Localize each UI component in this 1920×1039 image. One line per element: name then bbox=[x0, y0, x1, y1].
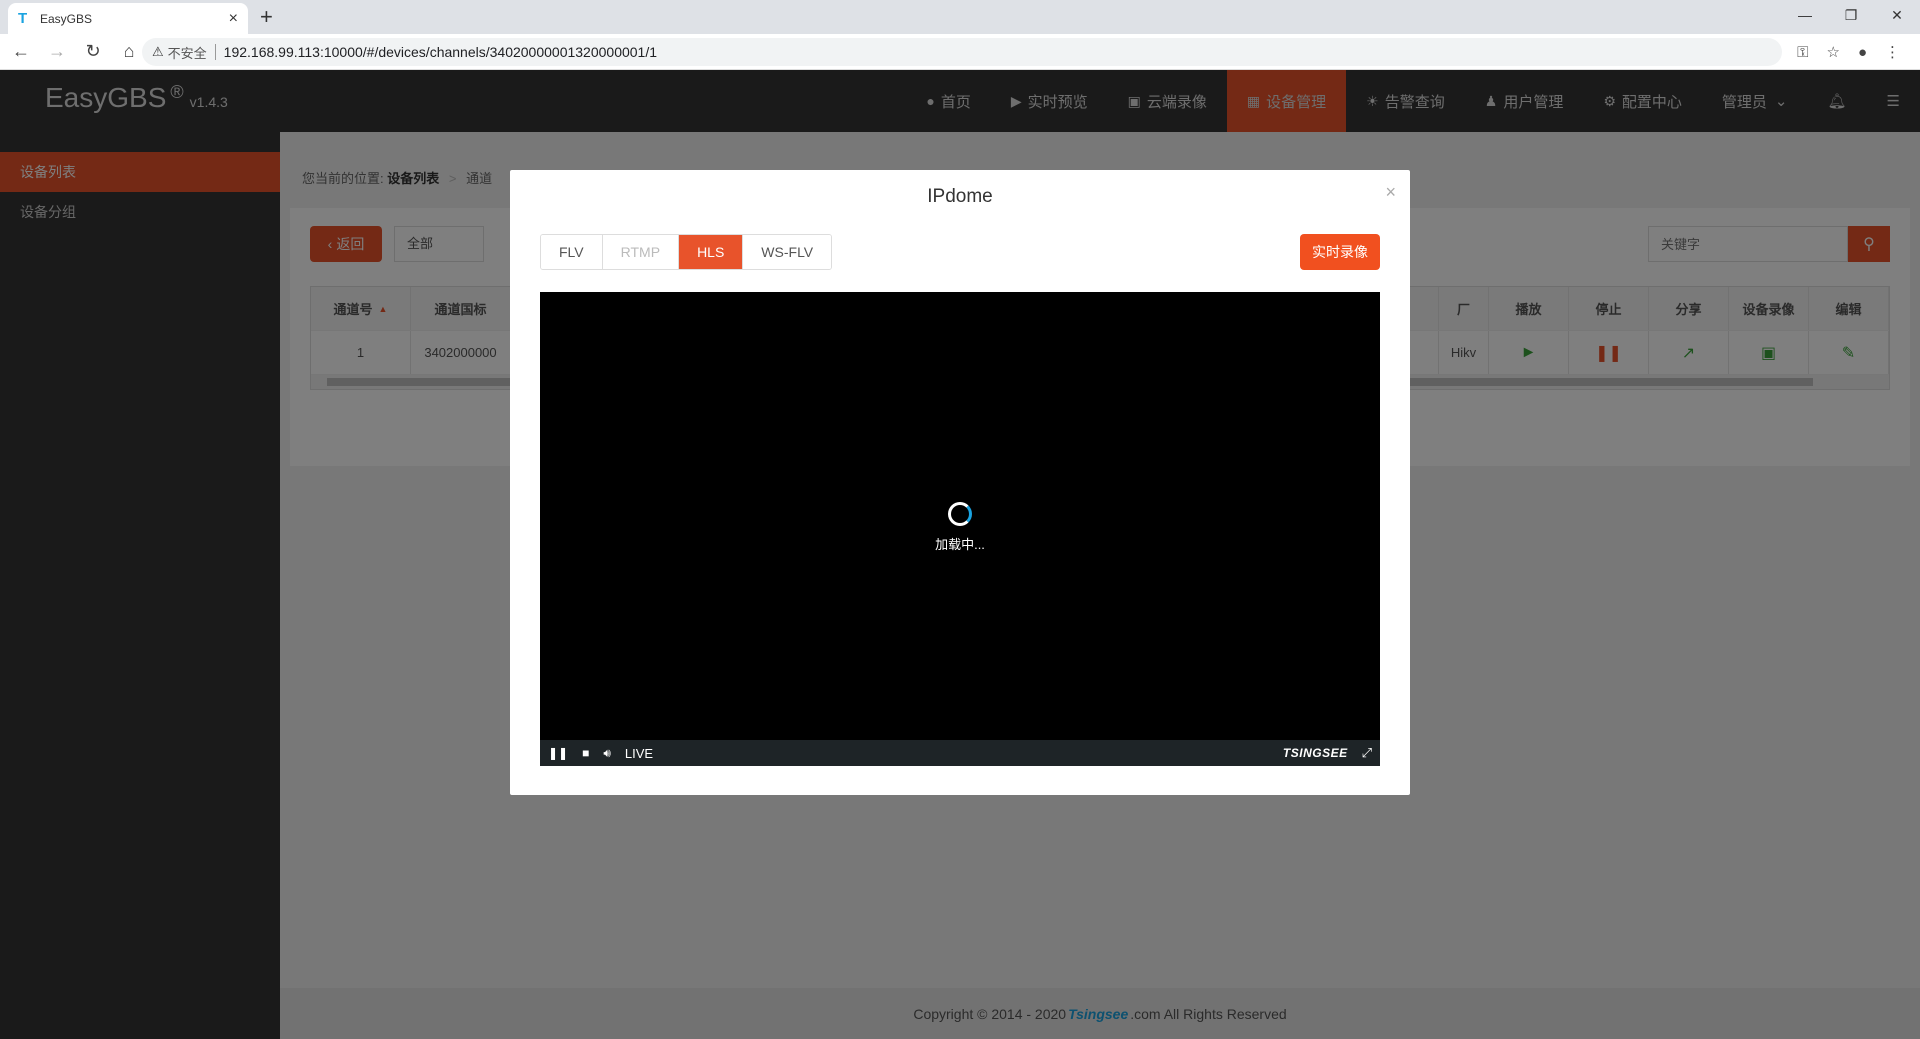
close-window-icon[interactable]: ✕ bbox=[1874, 0, 1920, 30]
back-arrow-icon[interactable]: ← bbox=[6, 37, 36, 67]
browser-tabbar: T EasyGBS × + — ❐ ✕ bbox=[0, 0, 1920, 34]
protocol-switch: FLV RTMP HLS WS-FLV bbox=[540, 234, 833, 270]
omnibox-divider bbox=[214, 44, 216, 60]
toolbar-right: ⚿ ☆ ● ⋮ bbox=[1779, 34, 1900, 70]
easygbs-favicon-icon: T bbox=[18, 9, 28, 27]
warning-icon: ⚠ bbox=[152, 44, 164, 59]
window-controls: — ❐ ✕ bbox=[1782, 0, 1920, 30]
pause-icon[interactable]: ❚❚ bbox=[548, 746, 568, 760]
fullscreen-icon[interactable]: ⤢ bbox=[1362, 745, 1372, 761]
tab-title: EasyGBS bbox=[40, 11, 93, 26]
address-bar: ← → ↻ ⌂ ⚠ 不安全 192.168.99.113:10000/#/dev… bbox=[0, 34, 1920, 70]
home-icon[interactable]: ⌂ bbox=[114, 37, 144, 67]
modal-close-icon[interactable]: × bbox=[1385, 182, 1396, 203]
protocol-flv-button[interactable]: FLV bbox=[541, 235, 603, 269]
forward-arrow-icon[interactable]: → bbox=[42, 37, 72, 67]
url-omnibox[interactable]: ⚠ 不安全 192.168.99.113:10000/#/devices/cha… bbox=[142, 38, 1782, 66]
bookmark-star-icon[interactable]: ☆ bbox=[1826, 43, 1839, 61]
reload-icon[interactable]: ↻ bbox=[78, 37, 108, 67]
protocol-rtmp-button[interactable]: RTMP bbox=[602, 235, 680, 269]
volume-icon[interactable]: 🔊︎ bbox=[603, 746, 611, 761]
player-controls: ❚❚ ■ 🔊︎ LIVE TSINGSEE ⤢ bbox=[540, 740, 1380, 766]
new-tab-icon[interactable]: + bbox=[260, 6, 273, 28]
video-player[interactable]: 加载中... ❚❚ ■ 🔊︎ LIVE TSINGSEE ⤢ bbox=[540, 292, 1380, 766]
player-controls-right: TSINGSEE ⤢ bbox=[1283, 745, 1372, 761]
modal-overlay[interactable]: IPdome × FLV RTMP HLS WS-FLV 实时录像 加载中...… bbox=[0, 70, 1920, 1039]
browser-tab[interactable]: T EasyGBS × bbox=[8, 3, 248, 34]
menu-dots-icon[interactable]: ⋮ bbox=[1885, 43, 1900, 61]
player-brand-logo: TSINGSEE bbox=[1282, 746, 1348, 760]
protocol-hls-button[interactable]: HLS bbox=[679, 235, 744, 269]
live-label: LIVE bbox=[624, 745, 654, 761]
protocol-wsflv-button[interactable]: WS-FLV bbox=[743, 235, 832, 269]
profile-avatar-icon[interactable]: ● bbox=[1858, 44, 1867, 61]
modal-title: IPdome bbox=[927, 186, 993, 207]
restore-icon[interactable]: ❐ bbox=[1828, 0, 1874, 30]
close-tab-icon[interactable]: × bbox=[229, 10, 238, 28]
live-record-button[interactable]: 实时录像 bbox=[1300, 234, 1380, 270]
minimize-icon[interactable]: — bbox=[1782, 0, 1828, 30]
loading-text: 加载中... bbox=[935, 537, 985, 552]
loading-spinner-icon bbox=[948, 502, 972, 526]
player-modal: IPdome × FLV RTMP HLS WS-FLV 实时录像 加载中...… bbox=[510, 170, 1410, 795]
url-text: 192.168.99.113:10000/#/devices/channels/… bbox=[223, 44, 658, 60]
key-icon[interactable]: ⚿ bbox=[1797, 44, 1808, 61]
insecure-label: 不安全 bbox=[167, 45, 207, 61]
stop-icon[interactable]: ■ bbox=[582, 746, 589, 760]
